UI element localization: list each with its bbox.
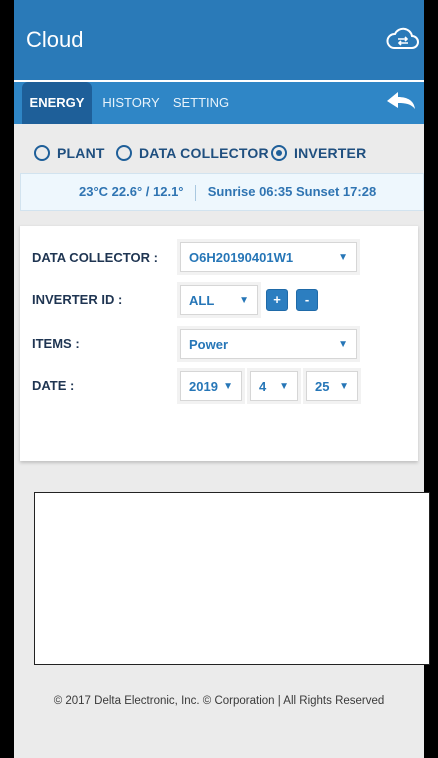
energy-chart-area: [34, 492, 430, 665]
dropdown-arrow-icon: ▼: [223, 381, 233, 392]
date-year-select[interactable]: 2019 ▼: [180, 371, 242, 401]
app-page: Cloud ENERGY HISTORY SETTING PLANT DATA …: [14, 0, 430, 758]
sunrise-time: 06:35: [259, 184, 293, 199]
dropdown-arrow-icon: ▼: [338, 339, 348, 350]
tab-energy[interactable]: ENERGY: [22, 82, 92, 124]
data-collector-label: DATA COLLECTOR :: [32, 250, 158, 265]
sunrise-label: Sunrise: [207, 184, 256, 199]
inverter-id-select[interactable]: ALL ▼: [180, 285, 258, 315]
items-label: ITEMS :: [32, 336, 80, 351]
date-month-select[interactable]: 4 ▼: [250, 371, 298, 401]
items-value: Power: [189, 337, 229, 352]
weather-temperature: 23°C: [79, 184, 109, 199]
inverter-id-value: ALL: [189, 293, 215, 308]
date-day-value: 25: [315, 379, 330, 394]
sunset-label: Sunset: [295, 184, 340, 199]
screen-frame-left: [0, 0, 14, 758]
date-day-select[interactable]: 25 ▼: [306, 371, 358, 401]
data-collector-value: O6H20190401W1: [189, 250, 294, 265]
footer-copyright: © 2017 Delta Electronic, Inc. © Corporat…: [53, 695, 385, 707]
dropdown-arrow-icon: ▼: [279, 381, 289, 392]
weather-divider: [195, 184, 197, 201]
view-mode-radio-group: PLANT DATA COLLECTOR INVERTER: [14, 138, 424, 168]
dropdown-arrow-icon: ▼: [339, 381, 349, 392]
radio-data-collector-label: DATA COLLECTOR: [139, 145, 269, 161]
date-label: DATE :: [32, 378, 75, 393]
date-month-value: 4: [259, 379, 267, 394]
filter-card: DATA COLLECTOR : O6H20190401W1 ▼ INVERTE…: [20, 225, 418, 461]
tab-history[interactable]: HISTORY: [96, 82, 166, 124]
radio-inverter[interactable]: INVERTER: [271, 142, 366, 164]
items-select[interactable]: Power ▼: [180, 329, 357, 359]
cloud-sync-icon[interactable]: [386, 25, 420, 53]
radio-circle-icon: [34, 145, 50, 161]
app-title: Cloud: [26, 27, 84, 52]
weather-bar: 23°C 22.6° / 12.1° Sunrise 06:35 Sunset …: [20, 173, 424, 211]
radio-checked-icon: [271, 145, 287, 161]
data-collector-select[interactable]: O6H20190401W1 ▼: [180, 242, 357, 272]
app-header: Cloud: [14, 0, 424, 80]
dropdown-arrow-icon: ▼: [338, 252, 348, 263]
radio-circle-icon: [116, 145, 132, 161]
reply-arrow-icon[interactable]: [384, 89, 418, 115]
add-inverter-button[interactable]: +: [266, 289, 288, 311]
date-year-value: 2019: [189, 379, 218, 394]
radio-plant[interactable]: PLANT: [34, 142, 105, 164]
remove-inverter-button[interactable]: -: [296, 289, 318, 311]
radio-plant-label: PLANT: [57, 145, 105, 161]
tab-setting[interactable]: SETTING: [166, 82, 236, 124]
weather-range: 22.6° / 12.1°: [111, 184, 184, 199]
sunset-time: 17:28: [342, 184, 377, 199]
tab-bar: ENERGY HISTORY SETTING: [14, 80, 424, 124]
radio-data-collector[interactable]: DATA COLLECTOR: [116, 142, 269, 164]
dropdown-arrow-icon: ▼: [239, 295, 249, 306]
inverter-id-label: INVERTER ID :: [32, 292, 123, 307]
radio-inverter-label: INVERTER: [294, 145, 367, 161]
